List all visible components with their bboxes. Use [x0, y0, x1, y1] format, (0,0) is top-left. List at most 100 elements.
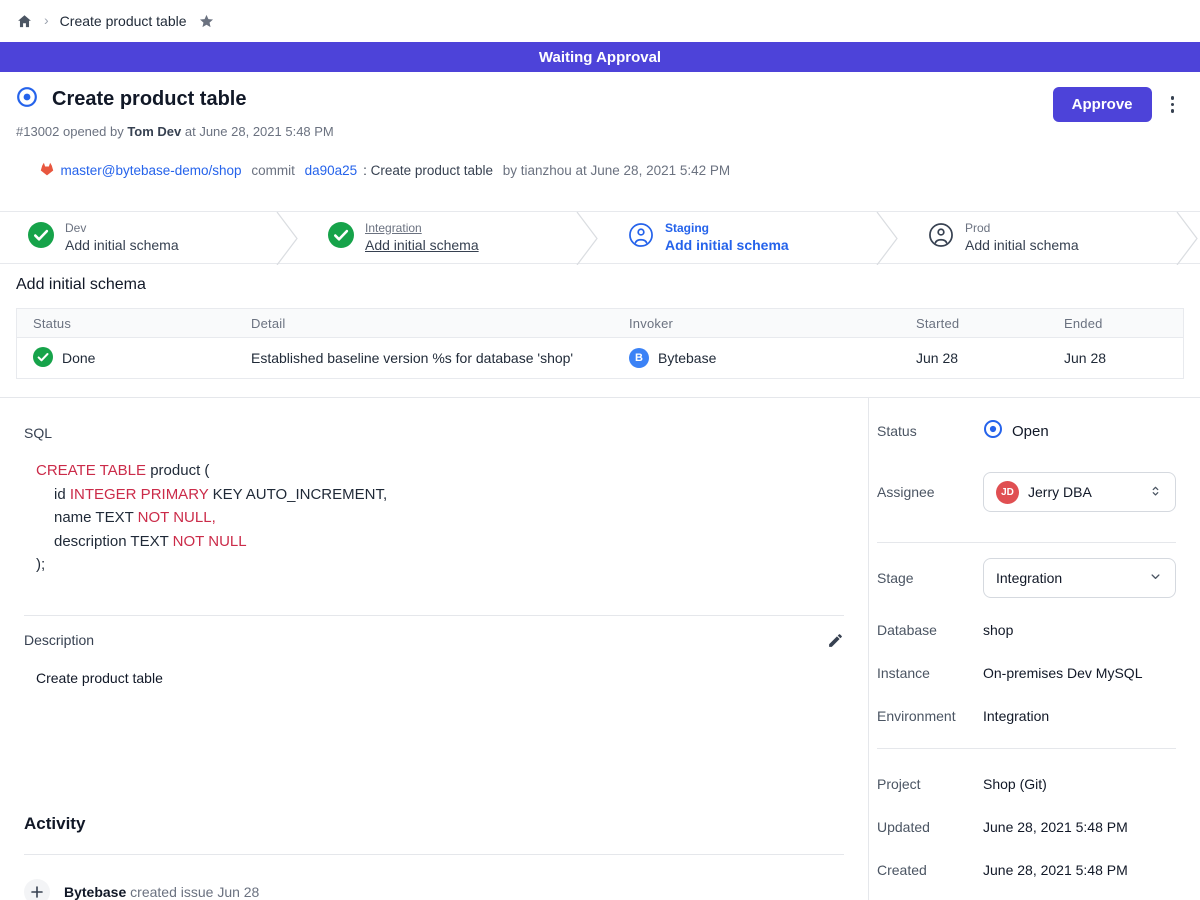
plus-icon [24, 879, 50, 900]
issue-id-text: #13002 opened by [16, 124, 127, 139]
sql-statement: CREATE TABLE product ( id INTEGER PRIMAR… [36, 459, 844, 577]
task-table: Status Detail Invoker Started Ended Done… [16, 308, 1184, 379]
task-table-row[interactable]: Done Established baseline version %s for… [17, 338, 1183, 378]
stage-task-label: Add initial schema [65, 236, 179, 255]
breadcrumb: › Create product table [0, 0, 1200, 42]
created-value: June 28, 2021 5:48 PM [983, 862, 1128, 878]
stage-dev[interactable]: Dev Add initial schema [0, 212, 274, 263]
sql-text: product ( [146, 462, 209, 479]
instance-row: Instance On-premises Dev MySQL [877, 658, 1176, 688]
col-detail: Detail [235, 316, 613, 331]
issue-header: Create product table Approve #13002 open… [0, 72, 1200, 195]
created-label: Created [877, 862, 983, 878]
project-row: Project Shop (Git) [877, 769, 1176, 799]
sql-keyword: NOT NULL, [138, 509, 216, 526]
sql-keyword: CREATE TABLE [36, 462, 146, 479]
issue-author: Tom Dev [127, 124, 181, 139]
stage-env-label: Prod [965, 221, 1079, 236]
assignee-label: Assignee [877, 484, 983, 500]
chevron-down-icon [1148, 569, 1163, 587]
issue-meta: #13002 opened by Tom Dev at June 28, 202… [16, 124, 1178, 139]
assignee-avatar: JD [996, 481, 1019, 504]
description-label: Description [24, 632, 94, 648]
assignee-value: Jerry DBA [1028, 484, 1139, 500]
issue-open-time: at June 28, 2021 5:48 PM [181, 124, 334, 139]
col-status: Status [17, 316, 235, 331]
stage-prod[interactable]: Prod Add initial schema [900, 212, 1174, 263]
breadcrumb-page-title: Create product table [60, 13, 187, 29]
stage-separator [1174, 212, 1200, 263]
vcs-commit-label: commit [248, 163, 299, 178]
database-label: Database [877, 622, 983, 638]
check-circle-icon [33, 347, 53, 370]
instance-value: On-premises Dev MySQL [983, 665, 1142, 681]
sql-section-label: SQL [24, 425, 844, 441]
check-circle-icon [328, 222, 354, 253]
vcs-commit-hash-link[interactable]: da90a25 [305, 163, 358, 178]
task-table-header: Status Detail Invoker Started Ended [17, 309, 1183, 338]
stage-separator [874, 212, 900, 263]
stage-task-label: Add initial schema [965, 236, 1079, 255]
stage-separator [574, 212, 600, 263]
database-row: Database shop [877, 615, 1176, 645]
project-label: Project [877, 776, 983, 792]
col-ended: Ended [1048, 316, 1183, 331]
open-status-icon [983, 419, 1003, 443]
task-started: Jun 28 [900, 350, 1048, 366]
environment-label: Environment [877, 708, 983, 724]
approve-button[interactable]: Approve [1053, 87, 1152, 122]
stage-env-label: Integration [365, 221, 479, 236]
vcs-commit-message: : Create product table [363, 163, 497, 178]
issue-sidebar: Status Open Assignee JD Jerry DBA Stage [868, 398, 1200, 900]
page-title: Create product table [52, 88, 246, 111]
gitlab-icon [16, 146, 55, 195]
pencil-icon[interactable] [827, 632, 844, 649]
divider [24, 854, 844, 855]
check-circle-icon [28, 222, 54, 253]
vcs-commit-by: by tianzhou at June 28, 2021 5:42 PM [503, 163, 730, 178]
updated-value: June 28, 2021 5:48 PM [983, 819, 1128, 835]
col-started: Started [900, 316, 1048, 331]
stage-pipeline: Dev Add initial schema Integration Add i… [0, 211, 1200, 264]
stage-dropdown[interactable]: Integration [983, 558, 1176, 598]
col-invoker: Invoker [613, 316, 900, 331]
approval-banner: Waiting Approval [0, 42, 1200, 72]
stage-task-label: Add initial schema [665, 236, 789, 255]
stage-staging[interactable]: Staging Add initial schema [600, 212, 874, 263]
task-status: Done [62, 350, 95, 366]
activity-item: Bytebase created issue Jun 28 [24, 879, 844, 900]
sql-text: id [54, 486, 70, 503]
sql-text: description TEXT [54, 533, 173, 550]
task-invoker: Bytebase [658, 350, 716, 366]
vcs-commit-line: master@bytebase-demo/shop commit da90a25… [16, 146, 1178, 195]
sql-keyword: NOT NULL [173, 533, 247, 550]
project-value: Shop (Git) [983, 776, 1047, 792]
divider [24, 615, 844, 616]
open-status-icon [16, 86, 38, 113]
kebab-menu-icon[interactable] [1167, 92, 1179, 117]
selector-icon [1148, 483, 1163, 502]
chevron-right-icon: › [44, 12, 49, 28]
home-icon[interactable] [16, 13, 33, 30]
instance-label: Instance [877, 665, 983, 681]
vcs-branch-repo-link[interactable]: master@bytebase-demo/shop [61, 163, 242, 178]
sql-text: KEY AUTO_INCREMENT, [208, 486, 387, 503]
stage-env-label: Staging [665, 221, 789, 236]
environment-row: Environment Integration [877, 701, 1176, 731]
person-circle-icon [628, 222, 654, 253]
issue-detail-panel: SQL CREATE TABLE product ( id INTEGER PR… [0, 398, 868, 900]
assignee-dropdown[interactable]: JD Jerry DBA [983, 472, 1176, 512]
activity-action: created issue Jun 28 [126, 884, 259, 900]
task-section-title: Add initial schema [16, 276, 1184, 294]
approval-banner-text: Waiting Approval [539, 49, 661, 66]
star-icon[interactable] [198, 13, 215, 30]
updated-label: Updated [877, 819, 983, 835]
stage-task-label: Add initial schema [365, 236, 479, 255]
task-ended: Jun 28 [1048, 350, 1183, 366]
person-circle-icon [928, 222, 954, 253]
database-value: shop [983, 622, 1013, 638]
stage-integration[interactable]: Integration Add initial schema [300, 212, 574, 263]
description-text: Create product table [36, 670, 844, 686]
environment-value: Integration [983, 708, 1049, 724]
divider [877, 542, 1176, 543]
